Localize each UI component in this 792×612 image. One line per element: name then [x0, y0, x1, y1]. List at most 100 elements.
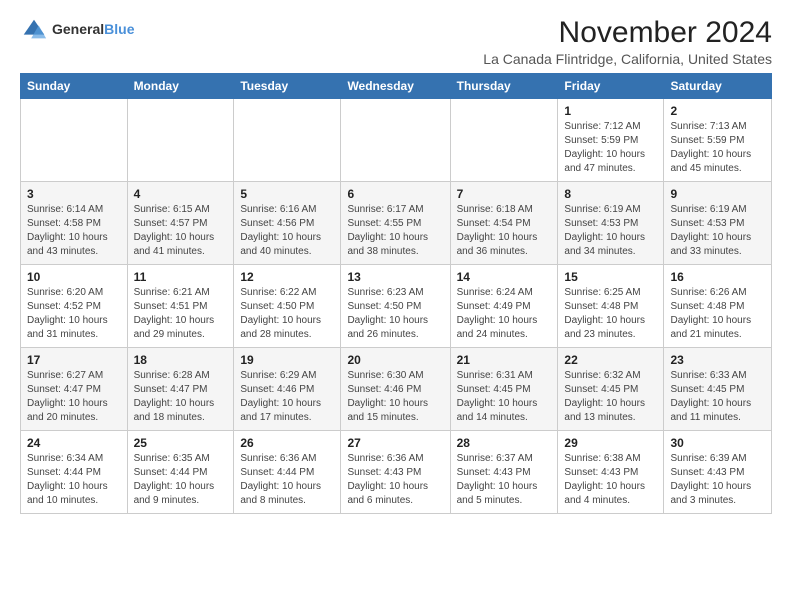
calendar-day-cell: 22Sunrise: 6:32 AM Sunset: 4:45 PM Dayli…	[558, 348, 664, 431]
calendar-day-cell: 24 Sunrise: 6:34 AM Sunset: 4:44 PM Dayli…	[21, 431, 128, 514]
calendar-day-cell: 23 Sunrise: 6:33 AM Sunset: 4:45 PM Dayli…	[664, 348, 772, 431]
calendar-day-cell: 19 Sunrise: 6:29 AM Sunset: 4:46 PM Dayli…	[234, 348, 341, 431]
day-info: Sunrise: 6:28 AM Sunset: 4:47 PM Dayligh…	[134, 369, 228, 425]
day-info: Sunrise: 6:26 AM Sunset: 4:48 PM Dayligh…	[670, 286, 765, 342]
day-info: Sunrise: 6:18 AM Sunset: 4:54 PM Dayligh…	[457, 203, 552, 259]
calendar-table: SundayMondayTuesdayWednesdayThursdayFrid…	[20, 73, 772, 514]
day-number: 15	[564, 270, 657, 284]
day-number: 3	[27, 187, 121, 201]
day-number: 11	[134, 270, 228, 284]
day-info: Sunrise: 6:36 AM Sunset: 4:43 PM Dayligh…	[347, 452, 443, 508]
day-info: Sunrise: 6:17 AM Sunset: 4:55 PM Dayligh…	[347, 203, 443, 259]
day-number: 14	[457, 270, 552, 284]
day-number: 5	[240, 187, 334, 201]
calendar-day-cell	[341, 99, 450, 182]
calendar-day-cell: 16 Sunrise: 6:26 AM Sunset: 4:48 PM Dayli…	[664, 265, 772, 348]
calendar-day-cell: 9 Sunrise: 6:19 AM Sunset: 4:53 PM Daylig…	[664, 182, 772, 265]
day-number: 4	[134, 187, 228, 201]
day-info: Sunrise: 6:34 AM Sunset: 4:44 PM Dayligh…	[27, 452, 121, 508]
weekday-header-cell: Monday	[127, 74, 234, 99]
day-number: 2	[670, 104, 765, 118]
day-info: Sunrise: 6:35 AM Sunset: 4:44 PM Dayligh…	[134, 452, 228, 508]
calendar-week-row: 17 Sunrise: 6:27 AM Sunset: 4:47 PM Dayli…	[21, 348, 772, 431]
calendar-day-cell	[127, 99, 234, 182]
day-info: Sunrise: 6:16 AM Sunset: 4:56 PM Dayligh…	[240, 203, 334, 259]
day-number: 24	[27, 436, 121, 450]
day-number: 7	[457, 187, 552, 201]
weekday-header-cell: Friday	[558, 74, 664, 99]
calendar-day-cell: 8 Sunrise: 6:19 AM Sunset: 4:53 PM Daylig…	[558, 182, 664, 265]
day-info: Sunrise: 6:23 AM Sunset: 4:50 PM Dayligh…	[347, 286, 443, 342]
calendar-day-cell: 21 Sunrise: 6:31 AM Sunset: 4:45 PM Dayli…	[450, 348, 558, 431]
weekday-header-cell: Saturday	[664, 74, 772, 99]
day-info: Sunrise: 6:25 AM Sunset: 4:48 PM Dayligh…	[564, 286, 657, 342]
day-number: 25	[134, 436, 228, 450]
calendar-day-cell: 3 Sunrise: 6:14 AM Sunset: 4:58 PM Daylig…	[21, 182, 128, 265]
day-number: 23	[670, 353, 765, 367]
day-info: Sunrise: 6:14 AM Sunset: 4:58 PM Dayligh…	[27, 203, 121, 259]
day-info: Sunrise: 6:22 AM Sunset: 4:50 PM Dayligh…	[240, 286, 334, 342]
day-info: Sunrise: 6:19 AM Sunset: 4:53 PM Dayligh…	[670, 203, 765, 259]
calendar-week-row: 10Sunrise: 6:20 AM Sunset: 4:52 PM Dayli…	[21, 265, 772, 348]
calendar-day-cell: 5 Sunrise: 6:16 AM Sunset: 4:56 PM Daylig…	[234, 182, 341, 265]
day-number: 30	[670, 436, 765, 450]
calendar-day-cell: 18 Sunrise: 6:28 AM Sunset: 4:47 PM Dayli…	[127, 348, 234, 431]
calendar-week-row: 3 Sunrise: 6:14 AM Sunset: 4:58 PM Daylig…	[21, 182, 772, 265]
day-number: 13	[347, 270, 443, 284]
day-info: Sunrise: 6:24 AM Sunset: 4:49 PM Dayligh…	[457, 286, 552, 342]
day-number: 20	[347, 353, 443, 367]
calendar-day-cell: 7 Sunrise: 6:18 AM Sunset: 4:54 PM Daylig…	[450, 182, 558, 265]
day-info: Sunrise: 6:31 AM Sunset: 4:45 PM Dayligh…	[457, 369, 552, 425]
day-number: 17	[27, 353, 121, 367]
calendar-body: 1 Sunrise: 7:12 AM Sunset: 5:59 PM Daylig…	[21, 99, 772, 514]
calendar-day-cell: 25 Sunrise: 6:35 AM Sunset: 4:44 PM Dayli…	[127, 431, 234, 514]
weekday-header-cell: Thursday	[450, 74, 558, 99]
day-info: Sunrise: 6:27 AM Sunset: 4:47 PM Dayligh…	[27, 369, 121, 425]
day-number: 26	[240, 436, 334, 450]
day-number: 29	[564, 436, 657, 450]
day-info: Sunrise: 6:19 AM Sunset: 4:53 PM Dayligh…	[564, 203, 657, 259]
calendar-day-cell: 11 Sunrise: 6:21 AM Sunset: 4:51 PM Dayli…	[127, 265, 234, 348]
day-number: 10	[27, 270, 121, 284]
day-info: Sunrise: 6:39 AM Sunset: 4:43 PM Dayligh…	[670, 452, 765, 508]
day-number: 18	[134, 353, 228, 367]
calendar-week-row: 24 Sunrise: 6:34 AM Sunset: 4:44 PM Dayli…	[21, 431, 772, 514]
day-number: 12	[240, 270, 334, 284]
day-number: 19	[240, 353, 334, 367]
calendar-day-cell: 28 Sunrise: 6:37 AM Sunset: 4:43 PM Dayli…	[450, 431, 558, 514]
month-title: November 2024	[483, 16, 772, 49]
weekday-header-cell: Sunday	[21, 74, 128, 99]
day-info: Sunrise: 7:12 AM Sunset: 5:59 PM Dayligh…	[564, 120, 657, 176]
title-area: November 2024 La Canada Flintridge, Cali…	[483, 16, 772, 67]
calendar-day-cell: 6Sunrise: 6:17 AM Sunset: 4:55 PM Daylig…	[341, 182, 450, 265]
day-info: Sunrise: 6:33 AM Sunset: 4:45 PM Dayligh…	[670, 369, 765, 425]
day-info: Sunrise: 6:21 AM Sunset: 4:51 PM Dayligh…	[134, 286, 228, 342]
calendar-day-cell: 17 Sunrise: 6:27 AM Sunset: 4:47 PM Dayli…	[21, 348, 128, 431]
calendar-day-cell: 4Sunrise: 6:15 AM Sunset: 4:57 PM Daylig…	[127, 182, 234, 265]
page-header: GeneralBlue November 2024 La Canada Flin…	[20, 16, 772, 67]
weekday-header-cell: Wednesday	[341, 74, 450, 99]
calendar-day-cell: 10Sunrise: 6:20 AM Sunset: 4:52 PM Dayli…	[21, 265, 128, 348]
day-number: 16	[670, 270, 765, 284]
day-info: Sunrise: 6:30 AM Sunset: 4:46 PM Dayligh…	[347, 369, 443, 425]
location-title: La Canada Flintridge, California, United…	[483, 51, 772, 67]
day-info: Sunrise: 6:32 AM Sunset: 4:45 PM Dayligh…	[564, 369, 657, 425]
calendar-day-cell	[21, 99, 128, 182]
day-info: Sunrise: 7:13 AM Sunset: 5:59 PM Dayligh…	[670, 120, 765, 176]
calendar-day-cell: 27 Sunrise: 6:36 AM Sunset: 4:43 PM Dayli…	[341, 431, 450, 514]
calendar-day-cell: 14 Sunrise: 6:24 AM Sunset: 4:49 PM Dayli…	[450, 265, 558, 348]
day-info: Sunrise: 6:37 AM Sunset: 4:43 PM Dayligh…	[457, 452, 552, 508]
calendar-week-row: 1 Sunrise: 7:12 AM Sunset: 5:59 PM Daylig…	[21, 99, 772, 182]
day-number: 28	[457, 436, 552, 450]
calendar-day-cell: 2 Sunrise: 7:13 AM Sunset: 5:59 PM Daylig…	[664, 99, 772, 182]
day-info: Sunrise: 6:29 AM Sunset: 4:46 PM Dayligh…	[240, 369, 334, 425]
day-number: 21	[457, 353, 552, 367]
day-number: 9	[670, 187, 765, 201]
day-info: Sunrise: 6:36 AM Sunset: 4:44 PM Dayligh…	[240, 452, 334, 508]
calendar-day-cell: 26 Sunrise: 6:36 AM Sunset: 4:44 PM Dayli…	[234, 431, 341, 514]
calendar-day-cell	[234, 99, 341, 182]
day-number: 27	[347, 436, 443, 450]
day-number: 1	[564, 104, 657, 118]
calendar-day-cell: 20 Sunrise: 6:30 AM Sunset: 4:46 PM Dayli…	[341, 348, 450, 431]
day-number: 8	[564, 187, 657, 201]
